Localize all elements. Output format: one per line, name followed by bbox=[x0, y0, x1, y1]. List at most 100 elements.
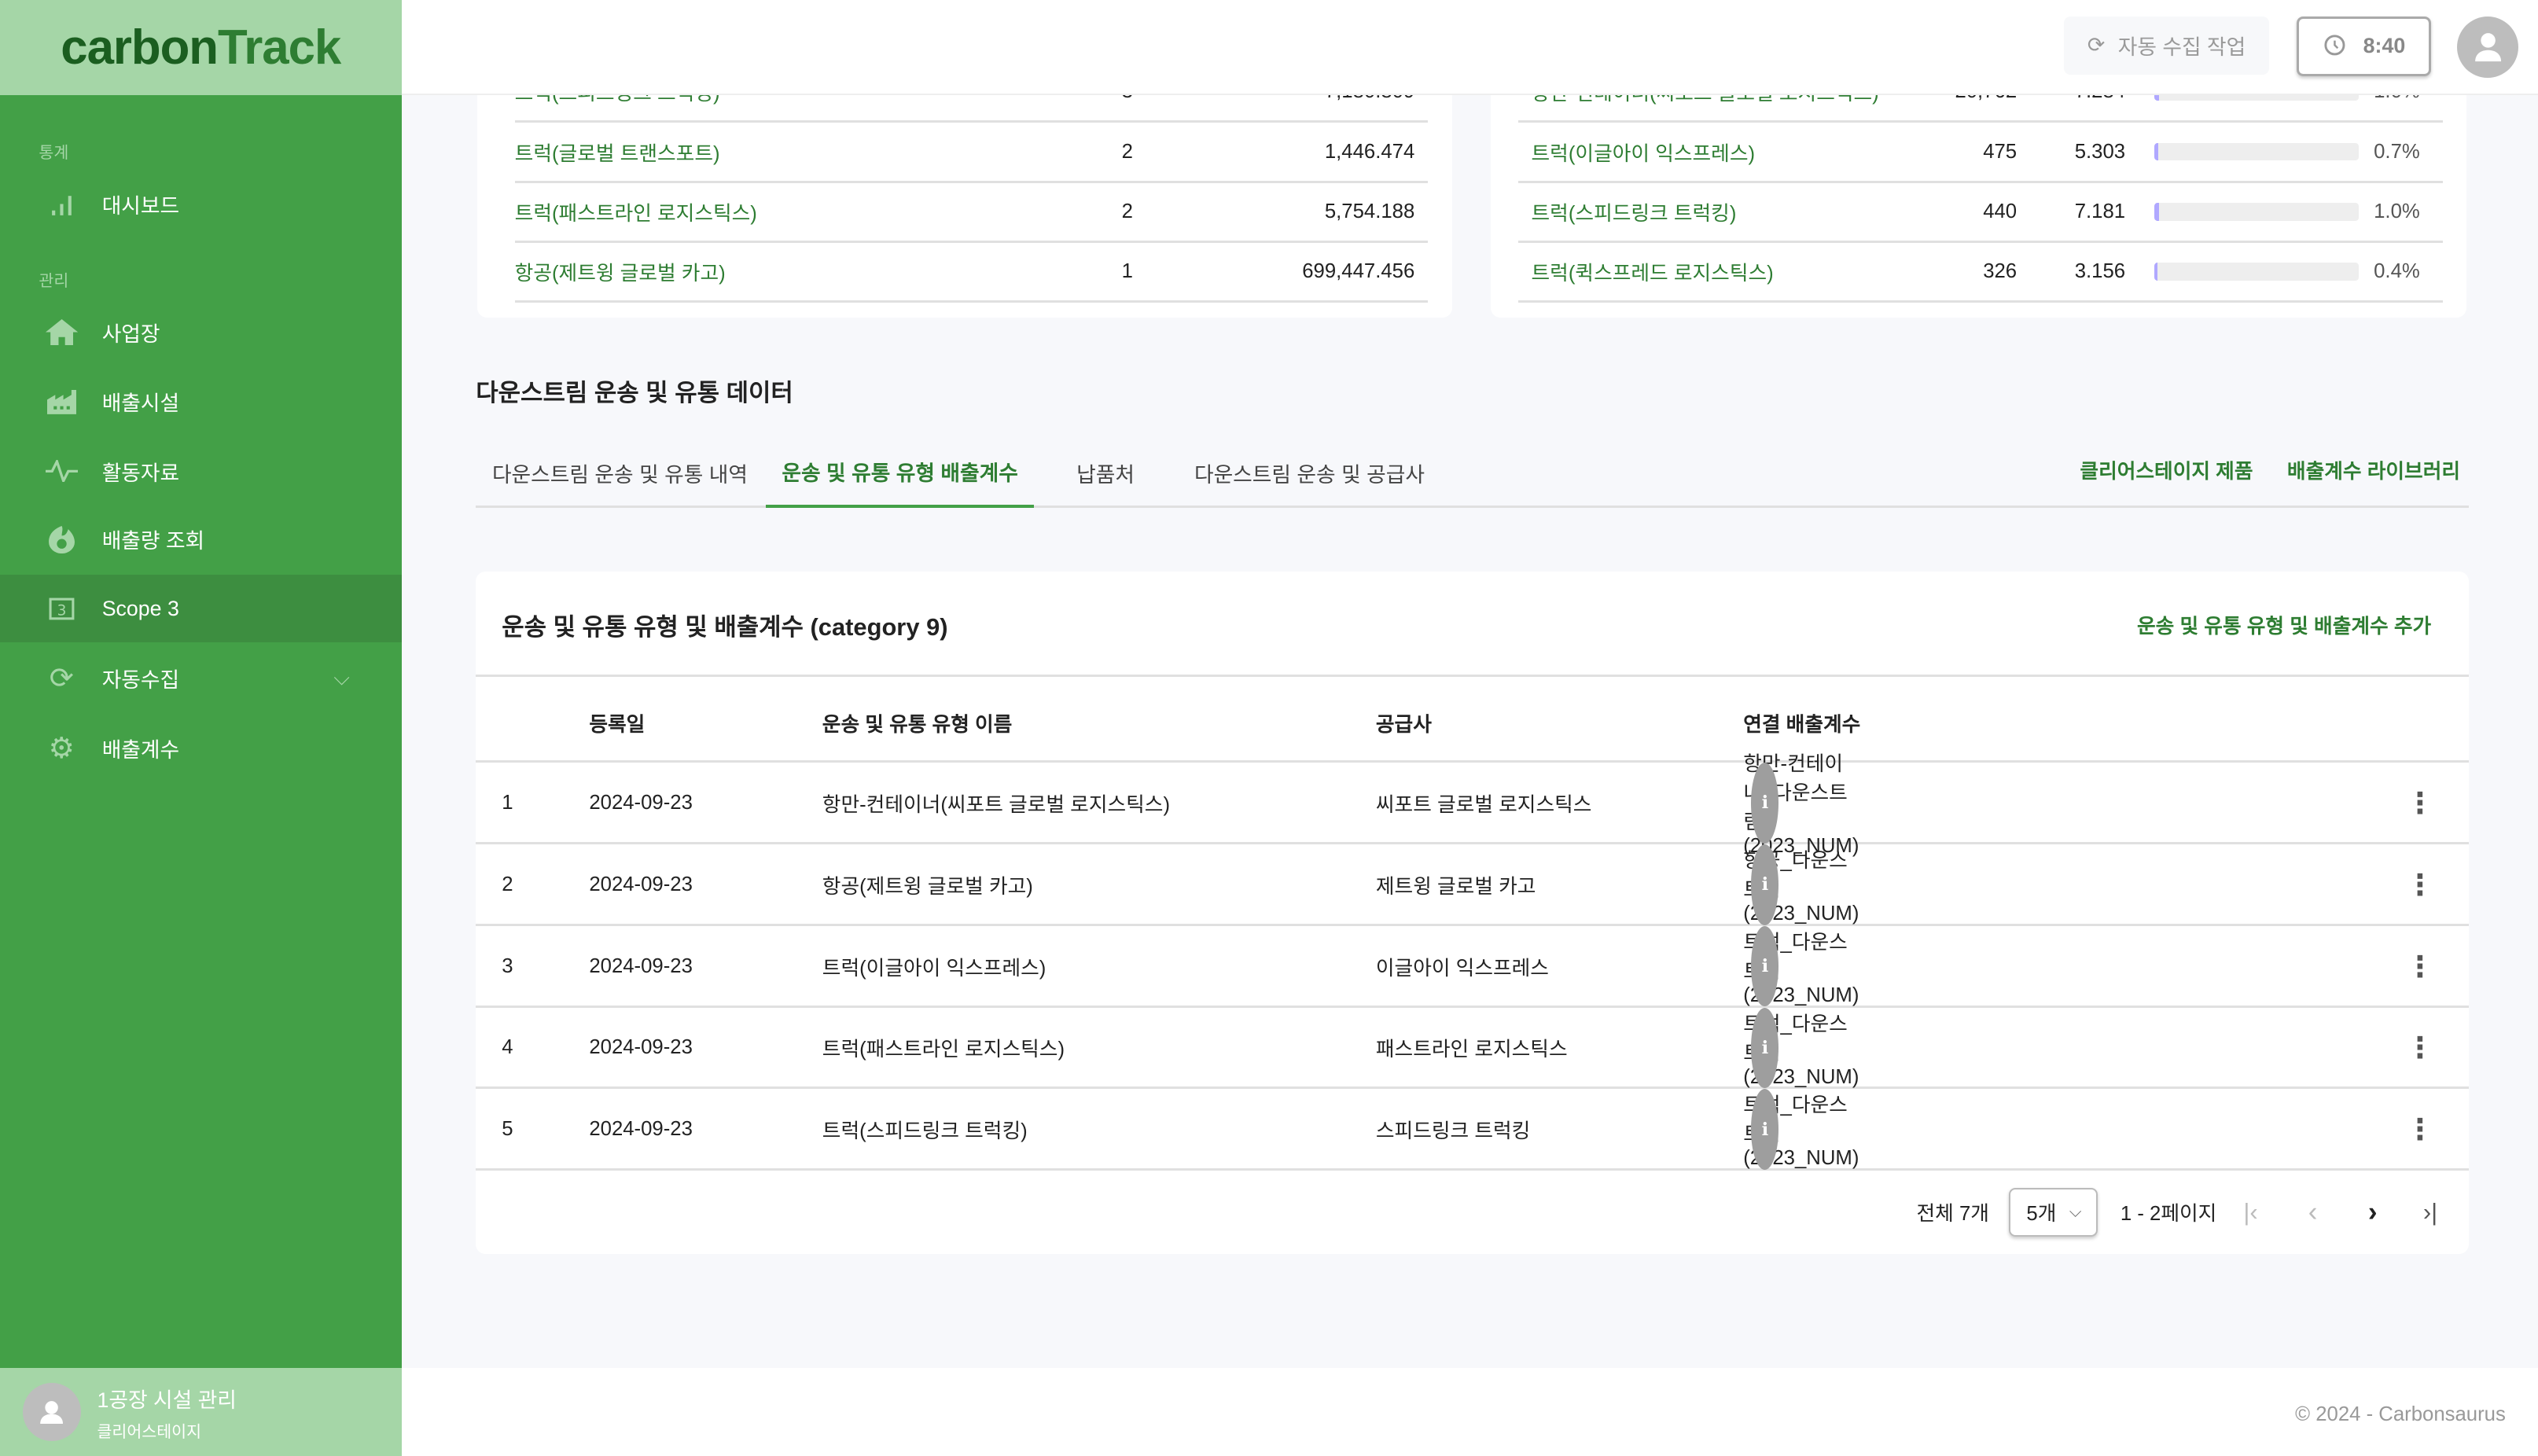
more-options-icon[interactable]: ⋮ bbox=[2405, 1089, 2434, 1170]
section-title: 다운스트림 운송 및 유통 데이터 bbox=[476, 378, 793, 406]
svg-text:3: 3 bbox=[57, 602, 66, 619]
section-label-manage: 관리 bbox=[39, 271, 69, 290]
sidebar-item-gear[interactable]: ⚙ 배출계수 bbox=[0, 714, 402, 781]
first-page-icon[interactable]: |‹ bbox=[2243, 1198, 2257, 1226]
gear-icon: ⚙ bbox=[48, 730, 75, 764]
sidebar-item-bar-chart[interactable]: 대시보드 bbox=[0, 170, 402, 237]
column-header-supplier: 공급사 bbox=[1375, 713, 1432, 736]
supplier: 씨포트 글로벌 로지스틱스 bbox=[1375, 793, 1592, 816]
next-page-icon[interactable]: › bbox=[2368, 1197, 2378, 1228]
copyright: © 2024 - Carbonsaurus bbox=[2295, 1403, 2506, 1425]
registration-date: 2024-09-23 bbox=[589, 873, 693, 895]
transport-type-name: 트럭(패스트라인 로지스틱스) bbox=[822, 1039, 1065, 1061]
transport-type-name: 트럭(스피드링크 트럭킹) bbox=[822, 1120, 1028, 1143]
amount: 475 bbox=[1983, 140, 2018, 163]
supplier: 스피드링크 트럭킹 bbox=[1375, 1120, 1531, 1143]
supplier: 패스트라인 로지스틱스 bbox=[1375, 1039, 1568, 1061]
summary-row: 트럭(퀵스프레드 로지스틱스) 326 3.156 0.4% bbox=[1518, 243, 2443, 303]
home-icon bbox=[45, 315, 78, 347]
table-row[interactable]: 2 2024-09-23 항공(제트윙 글로벌 카고) 제트윙 글로벌 카고 항… bbox=[476, 844, 2469, 926]
more-options-icon[interactable]: ⋮ bbox=[2405, 926, 2434, 1007]
bar-chart-icon bbox=[46, 188, 78, 220]
share-percent: 0.7% bbox=[2374, 140, 2420, 163]
share-bar bbox=[2154, 202, 2359, 221]
sidebar-item-scope3[interactable]: 3 Scope 3 bbox=[0, 574, 402, 643]
chevron-down-icon: ⌵ bbox=[2069, 1202, 2082, 1221]
supplier: 제트윙 글로벌 카고 bbox=[1375, 875, 1536, 898]
count: 2 bbox=[1121, 200, 1133, 222]
tab-downstream-history[interactable]: 다운스트림 운송 및 유통 내역 bbox=[476, 437, 763, 509]
top-header: ⟳ 자동 수집 작업 8:40 bbox=[401, 0, 2538, 96]
supplier: 이글아이 익스프레스 bbox=[1375, 957, 1549, 980]
sidebar-item-fire[interactable]: 배출량 조회 bbox=[0, 505, 402, 572]
emission-factor-card: 운송 및 유통 유형 및 배출계수 (category 9) 운송 및 유통 유… bbox=[476, 571, 2469, 1255]
transport-type-link[interactable]: 트럭(패스트라인 로지스틱스) bbox=[515, 197, 757, 226]
more-options-icon[interactable]: ⋮ bbox=[2405, 844, 2434, 925]
table-row[interactable]: 1 2024-09-23 항만-컨테이너(씨포트 글로벌 로지스틱스) 씨포트 … bbox=[476, 753, 2469, 857]
transport-type-name: 트럭(이글아이 익스프레스) bbox=[822, 957, 1046, 980]
sync-icon: ⟳ bbox=[2087, 33, 2106, 57]
rows-per-page-select[interactable]: 5개 ⌵ bbox=[2008, 1188, 2098, 1237]
card-title: 운송 및 유통 유형 및 배출계수 (category 9) bbox=[502, 613, 948, 641]
transport-type-link[interactable]: 트럭(글로벌 트랜스포트) bbox=[515, 138, 720, 167]
sidebar-item-home[interactable]: 사업장 bbox=[0, 298, 402, 366]
transport-type-name: 항만-컨테이너(씨포트 글로벌 로지스틱스) bbox=[822, 793, 1171, 816]
emission-value: 699,447.456 bbox=[1302, 259, 1415, 282]
scope3-icon: 3 bbox=[46, 592, 78, 624]
more-options-icon[interactable]: ⋮ bbox=[2405, 763, 2434, 844]
sidebar-item-factory[interactable]: 배출시설 bbox=[0, 367, 402, 435]
emission-factor-library-link[interactable]: 배출계수 라이브러리 bbox=[2287, 437, 2460, 502]
factor-value: 7.181 bbox=[2074, 200, 2126, 222]
clearstage-products-link[interactable]: 클리어스테이지 제품 bbox=[2080, 437, 2253, 502]
summary-row: 항공(제트윙 글로벌 카고) 1 699,447.456 bbox=[514, 243, 1428, 303]
tab-downstream-suppliers[interactable]: 다운스트림 운송 및 공급사 bbox=[1188, 437, 1431, 509]
share-bar bbox=[2154, 142, 2359, 161]
more-options-icon[interactable]: ⋮ bbox=[2405, 1008, 2434, 1089]
alarm-clock-icon bbox=[2323, 31, 2347, 61]
user-profile[interactable]: 1공장 시설 관리 클리어스테이지 bbox=[0, 1367, 402, 1456]
table-row[interactable]: 5 2024-09-23 트럭(스피드링크 트럭킹) 스피드링크 트럭킹 트럭_… bbox=[476, 1089, 2469, 1171]
transport-type-link[interactable]: 트럭(퀵스프레드 로지스틱스) bbox=[1532, 257, 1774, 286]
row-number: 4 bbox=[502, 1036, 513, 1059]
column-header-linked-factor: 연결 배출계수 bbox=[1743, 713, 1861, 736]
row-number: 1 bbox=[502, 791, 513, 814]
factor-value: 3.156 bbox=[2074, 259, 2126, 282]
logo[interactable]: carbon Track bbox=[0, 0, 402, 96]
registration-date: 2024-09-23 bbox=[589, 954, 693, 977]
sidebar-item-pulse[interactable]: 활동자료 bbox=[0, 437, 402, 505]
tab-delivery-destinations[interactable]: 납품처 bbox=[1055, 437, 1156, 509]
row-number: 5 bbox=[502, 1118, 513, 1141]
emission-value: 5,754.188 bbox=[1324, 200, 1415, 222]
share-percent: 0.4% bbox=[2374, 259, 2420, 282]
sidebar: carbon Track 통계 관리 대시보드 사업장 배출시설 활동자료 배출량… bbox=[0, 0, 402, 1456]
amount: 326 bbox=[1983, 259, 2018, 282]
sidebar-item-sync[interactable]: ⟳ 자동수집 ⌵ bbox=[0, 644, 402, 711]
auto-collect-button[interactable]: ⟳ 자동 수집 작업 bbox=[2063, 16, 2270, 75]
table-row[interactable]: 4 2024-09-23 트럭(패스트라인 로지스틱스) 패스트라인 로지스틱스… bbox=[476, 1007, 2469, 1090]
count: 2 bbox=[1121, 140, 1133, 163]
count: 1 bbox=[1121, 259, 1133, 282]
account-avatar[interactable] bbox=[2457, 16, 2519, 78]
last-page-icon[interactable]: ›| bbox=[2423, 1198, 2437, 1226]
tab-bar: 다운스트림 운송 및 유통 내역 운송 및 유통 유형 배출계수 납품처 다운스… bbox=[476, 437, 2469, 509]
transport-type-link[interactable]: 항공(제트윙 글로벌 카고) bbox=[515, 257, 726, 286]
tab-transport-emission-factors[interactable]: 운송 및 유통 유형 배출계수 bbox=[765, 437, 1035, 509]
add-emission-factor-button[interactable]: 운송 및 유통 유형 및 배출계수 추가 bbox=[2137, 610, 2431, 639]
prev-page-icon[interactable]: ‹ bbox=[2308, 1197, 2318, 1228]
session-timer-button[interactable]: 8:40 bbox=[2297, 16, 2432, 76]
user-name: 1공장 시설 관리 bbox=[97, 1388, 237, 1412]
transport-type-link[interactable]: 트럭(이글아이 익스프레스) bbox=[1532, 138, 1756, 167]
sidebar-item-label: 활동자료 bbox=[101, 461, 180, 485]
registration-date: 2024-09-23 bbox=[589, 791, 693, 814]
sidebar-item-label: 배출량 조회 bbox=[101, 529, 205, 553]
table-row[interactable]: 3 2024-09-23 트럭(이글아이 익스프레스) 이글아이 익스프레스 트… bbox=[476, 925, 2469, 1008]
summary-row: 트럭(글로벌 트랜스포트) 2 1,446.474 bbox=[514, 123, 1428, 183]
factory-icon bbox=[46, 385, 78, 417]
summary-row: 트럭(스피드링크 트럭킹) 440 7.181 1.0% bbox=[1518, 183, 2443, 243]
sidebar-item-label: 대시보드 bbox=[101, 193, 180, 218]
sidebar-item-label: 배출계수 bbox=[101, 737, 180, 762]
sidebar-item-label: 사업장 bbox=[101, 322, 160, 346]
summary-row: 트럭(패스트라인 로지스틱스) 2 5,754.188 bbox=[514, 183, 1428, 243]
transport-type-link[interactable]: 트럭(스피드링크 트럭킹) bbox=[1532, 197, 1737, 226]
sidebar-item-label: 자동수집 bbox=[101, 668, 180, 693]
